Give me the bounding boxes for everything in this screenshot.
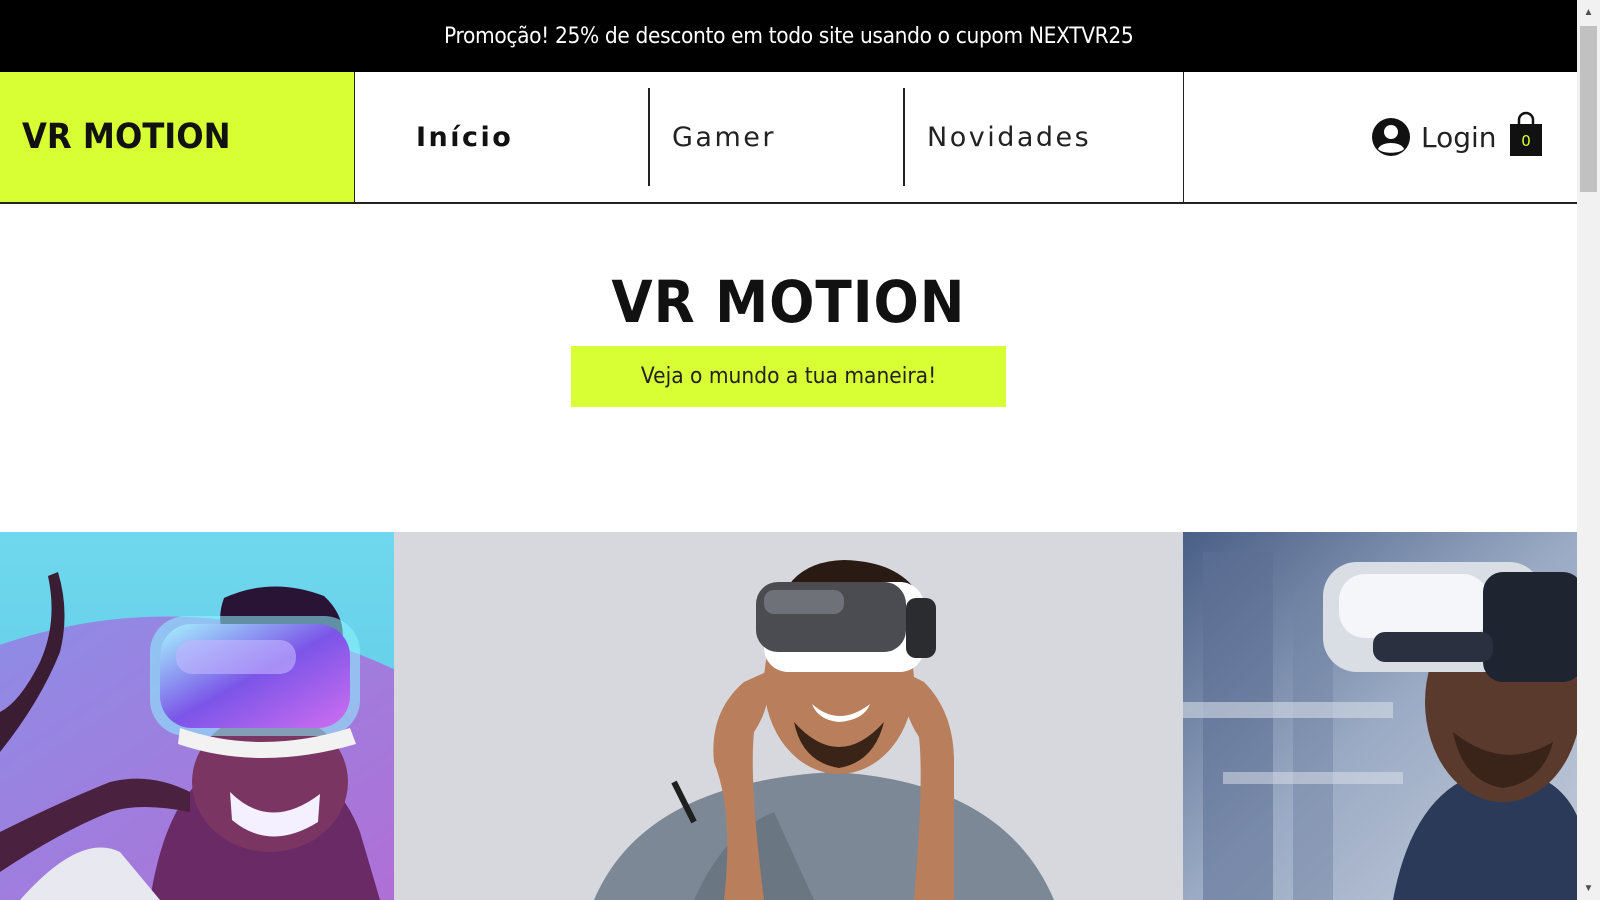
nav-item-gamer[interactable]: Gamer <box>672 72 776 202</box>
scroll-down-arrow-icon[interactable]: ▼ <box>1577 878 1600 898</box>
cart-count-badge: 0 <box>1521 132 1531 150</box>
vr-user-industrial-photo <box>1183 532 1577 900</box>
nav-divider <box>903 88 905 186</box>
vertical-scrollbar[interactable]: ▲ ▼ <box>1577 0 1600 900</box>
hero-title: VR MOTION <box>0 268 1577 336</box>
cart-button[interactable]: 0 <box>1508 110 1544 158</box>
nav-divider <box>648 88 650 186</box>
login-button[interactable]: Login <box>1371 112 1497 162</box>
promo-text: Promoção! 25% de desconto em todo site u… <box>443 23 1134 49</box>
nav-item-novidades[interactable]: Novidades <box>927 72 1091 202</box>
hero-subtitle: Veja o mundo a tua maneira! <box>571 346 1006 407</box>
login-label: Login <box>1421 120 1497 154</box>
logo-text: VR MOTION <box>22 117 231 157</box>
page: Promoção! 25% de desconto em todo site u… <box>0 0 1577 900</box>
scroll-thumb[interactable] <box>1580 26 1597 192</box>
vr-user-smiling-photo <box>394 532 1183 900</box>
user-account-icon <box>1371 117 1411 157</box>
promo-banner: Promoção! 25% de desconto em todo site u… <box>0 0 1577 72</box>
nav-item-inicio[interactable]: Início <box>416 72 513 202</box>
vr-user-neon-photo <box>0 532 394 900</box>
scroll-up-arrow-icon[interactable]: ▲ <box>1577 2 1600 22</box>
site-logo[interactable]: VR MOTION <box>0 72 355 202</box>
hero-subtitle-text: Veja o mundo a tua maneira! <box>640 364 937 389</box>
hero-title-text: VR MOTION <box>611 268 966 336</box>
header-divider <box>1183 72 1184 202</box>
site-header: VR MOTION Início Gamer Novidades Login 0 <box>0 72 1577 204</box>
